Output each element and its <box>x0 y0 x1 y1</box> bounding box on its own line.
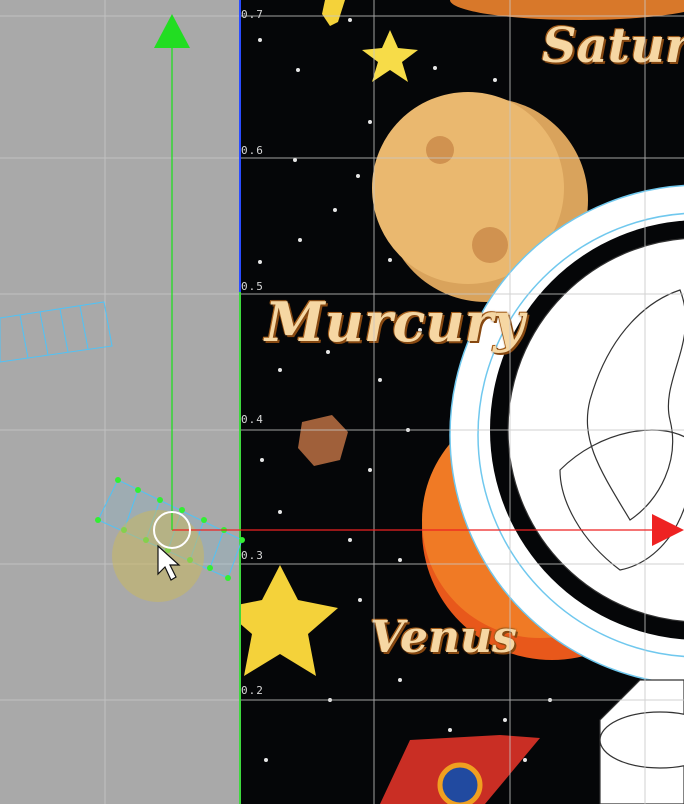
uv-editor-viewport[interactable]: Saturn Murcury Venus 0.7 0.6 0.5 0.4 0.3… <box>0 0 684 804</box>
y-axis-arrow-icon[interactable] <box>154 14 190 48</box>
x-axis-arrow-icon[interactable] <box>652 514 684 546</box>
editor-overlay <box>0 0 684 804</box>
uv-grid <box>0 0 684 804</box>
uv-island-strip[interactable] <box>0 301 113 363</box>
